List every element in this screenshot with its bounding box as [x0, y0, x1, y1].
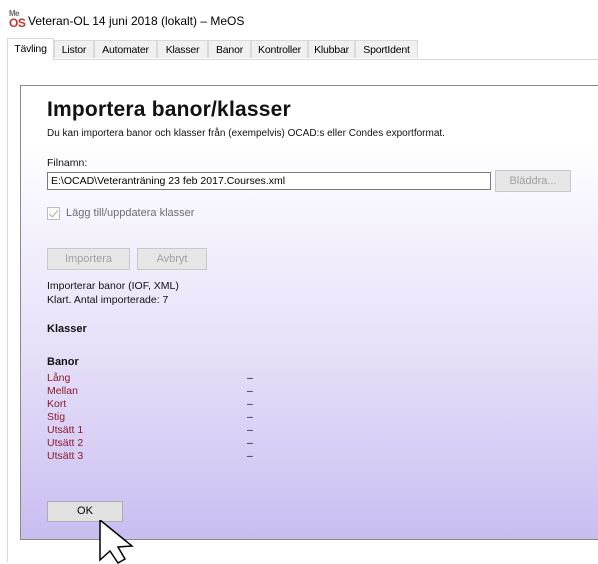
tab-klasser[interactable]: Klasser — [157, 40, 208, 58]
tab-klubbar[interactable]: Klubbar — [308, 40, 355, 58]
tab-kontroller[interactable]: Kontroller — [251, 40, 308, 58]
course-link-utsatt-2[interactable]: Utsätt 2 — [47, 437, 83, 449]
course-link-utsatt-1[interactable]: Utsätt 1 — [47, 424, 83, 436]
course-value: – — [247, 437, 253, 449]
course-value: – — [247, 411, 253, 423]
page-title: Importera banor/klasser — [47, 98, 291, 121]
filename-input[interactable] — [47, 172, 491, 190]
course-value: – — [247, 424, 253, 436]
cancel-button[interactable]: Avbryt — [137, 248, 207, 270]
update-classes-label: Lägg till/uppdatera klasser — [66, 207, 195, 219]
main-tab-bar: Tävling Listor Automater Klasser Banor K… — [7, 38, 598, 60]
tab-tavling[interactable]: Tävling — [7, 38, 54, 60]
mouse-pointer-icon — [99, 520, 134, 564]
course-link-lang[interactable]: Lång — [47, 372, 70, 384]
tab-sportident[interactable]: SportIdent — [355, 40, 418, 58]
filename-label: Filnamn: — [47, 157, 88, 169]
ok-button[interactable]: OK — [47, 501, 123, 522]
import-button[interactable]: Importera — [47, 248, 130, 270]
update-classes-checkbox[interactable] — [47, 207, 60, 220]
browse-button[interactable]: Bläddra... — [495, 170, 571, 192]
tab-banor[interactable]: Banor — [208, 40, 251, 58]
course-link-kort[interactable]: Kort — [47, 398, 66, 410]
course-link-stig[interactable]: Stig — [47, 411, 65, 423]
content-border — [7, 59, 8, 562]
title-bar: Me OS Veteran-OL 14 juni 2018 (lokalt) –… — [0, 0, 598, 36]
course-value: – — [247, 385, 253, 397]
course-link-utsatt-3[interactable]: Utsätt 3 — [47, 450, 83, 462]
tab-automater[interactable]: Automater — [94, 40, 157, 58]
courses-heading: Banor — [47, 356, 79, 368]
tab-listor[interactable]: Listor — [54, 40, 94, 58]
import-panel — [20, 85, 598, 540]
classes-heading: Klasser — [47, 323, 87, 335]
course-link-mellan[interactable]: Mellan — [47, 385, 78, 397]
page-subtitle: Du kan importera banor och klasser från … — [47, 128, 445, 139]
meos-app-icon: Me OS — [9, 9, 26, 30]
status-line-2: Klart. Antal importerade: 7 — [47, 294, 169, 306]
course-value: – — [247, 398, 253, 410]
status-line-1: Importerar banor (IOF, XML) — [47, 280, 179, 292]
window-title: Veteran-OL 14 juni 2018 (lokalt) – MeOS — [28, 14, 245, 28]
course-value: – — [247, 372, 253, 384]
course-value: – — [247, 450, 253, 462]
